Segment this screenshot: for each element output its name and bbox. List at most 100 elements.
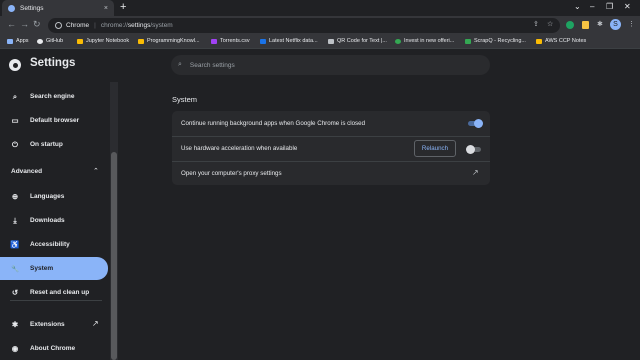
sidebar-item-system[interactable]: 🔧 System (0, 257, 108, 280)
menu-icon[interactable]: ⋮ (628, 20, 635, 28)
page-title: Settings (30, 57, 76, 69)
bookmark-label: Apps (16, 38, 29, 44)
bookmark-torrents[interactable]: Torrents.csv (211, 38, 250, 44)
new-tab-button[interactable]: + (120, 1, 126, 13)
tab-settings[interactable]: Settings × (2, 0, 114, 16)
invest-icon (395, 38, 401, 44)
site-name: Chrome (66, 22, 90, 29)
toggle-knob (466, 144, 475, 154)
settings-tab-icon (8, 4, 15, 12)
settings-sidebar: ⌕ Search engine ▭ Default browser ⏻ On s… (0, 82, 110, 360)
extension-icon[interactable] (582, 21, 589, 29)
bookmark-label: ProgrammingKnowl... (147, 38, 200, 44)
hardware-acceleration-toggle[interactable] (466, 144, 481, 154)
system-settings-card: Continue running background apps when Go… (172, 111, 490, 185)
star-icon[interactable]: ☆ (547, 20, 553, 28)
sidebar-item-label: About Chrome (30, 345, 76, 352)
bookmark-github[interactable]: GitHub (37, 38, 63, 44)
chevron-up-icon[interactable]: ⌃ (93, 167, 99, 175)
relaunch-button[interactable]: Relaunch (414, 140, 456, 157)
minimize-button[interactable]: – (590, 2, 594, 11)
apps-grid-icon (7, 38, 13, 44)
scrapq-icon (465, 38, 471, 44)
sidebar-item-label: Accessibility (30, 241, 70, 248)
url-path: /system (150, 22, 173, 29)
external-link-icon[interactable]: ↗ (472, 168, 479, 177)
maximize-button[interactable]: ❐ (606, 2, 613, 11)
bookmark-invest[interactable]: Invest in new offeri... (395, 38, 454, 44)
background-apps-row[interactable]: Continue running background apps when Go… (172, 111, 490, 135)
tab-search-icon[interactable]: ⌄ (574, 2, 581, 11)
bookmark-label: Torrents.csv (220, 38, 250, 44)
bookmark-label: Invest in new offeri... (404, 38, 455, 44)
address-bar[interactable]: Chrome | chrome:// settings /system (48, 18, 560, 33)
sidebar-item-languages[interactable]: ⊕ Languages (0, 186, 108, 207)
bookmark-scrapq[interactable]: ScrapQ - Recycling... (465, 38, 526, 44)
bookmark-label: ScrapQ - Recycling... (474, 38, 526, 44)
globe-icon: ⊕ (11, 192, 19, 201)
sidebar-item-default-browser[interactable]: ▭ Default browser (0, 110, 108, 131)
sidebar-divider (10, 300, 102, 301)
sidebar-item-label: Extensions (30, 321, 65, 328)
chrome-icon: ◉ (11, 344, 19, 353)
wrench-icon: 🔧 (10, 265, 20, 273)
background-apps-toggle[interactable] (468, 118, 483, 128)
grammarly-icon[interactable] (566, 21, 574, 29)
qr-icon (328, 38, 334, 44)
tab-strip: Settings × + ⌄ – ❐ ✕ (0, 0, 640, 16)
bookmark-label: QR Code for Text |... (337, 38, 387, 44)
tab-title: Settings (20, 4, 44, 12)
row-label: Open your computer's proxy settings (181, 170, 282, 177)
sidebar-item-accessibility[interactable]: ♿ Accessibility (0, 234, 108, 255)
settings-header: Settings ⌕ Search settings (0, 50, 640, 81)
download-icon: ⤓ (13, 215, 17, 225)
sidebar-item-on-startup[interactable]: ⏻ On startup (0, 134, 108, 155)
sidebar-item-label: Languages (30, 193, 65, 200)
sidebar-item-label: On startup (30, 141, 63, 148)
settings-search-input[interactable]: ⌕ Search settings (171, 55, 490, 75)
sidebar-item-label: Downloads (30, 217, 65, 224)
torrents-icon (211, 38, 217, 44)
toggle-knob (474, 118, 483, 128)
bookmark-label: Jupyter Notebook (86, 38, 130, 44)
hardware-acceleration-row[interactable]: Use hardware acceleration when available… (172, 136, 490, 160)
sidebar-item-about-chrome[interactable]: ◉ About Chrome (0, 338, 108, 359)
proxy-settings-row[interactable]: Open your computer's proxy settings ↗ (172, 161, 490, 185)
kaggle-icon (260, 38, 266, 44)
sidebar-item-search-engine[interactable]: ⌕ Search engine (0, 86, 108, 107)
bookmark-qrcode[interactable]: QR Code for Text |... (328, 38, 387, 44)
url-scheme: chrome:// (100, 22, 128, 29)
search-icon: ⌕ (178, 61, 182, 68)
sidebar-item-label: System (30, 265, 54, 272)
bookmark-apps[interactable]: Apps (7, 38, 29, 44)
puzzle-icon: ✱ (11, 320, 19, 329)
bookmark-programmingknowl[interactable]: ProgrammingKnowl... (138, 38, 200, 44)
external-link-icon[interactable]: ↗ (92, 319, 99, 328)
bookmark-aws[interactable]: AWS CCP Notes (536, 38, 586, 44)
row-label: Use hardware acceleration when available (181, 145, 298, 152)
sidebar-item-label: Reset and clean up (30, 289, 90, 296)
power-icon: ⏻ (12, 139, 18, 149)
search-icon: ⌕ (12, 91, 18, 101)
sidebar-item-downloads[interactable]: ⤓ Downloads (0, 210, 108, 231)
forward-button[interactable]: → (20, 19, 29, 29)
share-icon[interactable]: ⇪ (533, 20, 539, 28)
back-button[interactable]: ← (7, 19, 16, 29)
puzzle-icon[interactable]: ✱ (597, 20, 603, 28)
folder-icon (77, 38, 83, 44)
github-icon (37, 38, 43, 44)
advanced-section-label[interactable]: Advanced (11, 168, 42, 175)
close-tab-icon[interactable]: × (104, 5, 108, 12)
bookmark-jupyter[interactable]: Jupyter Notebook (77, 38, 129, 44)
bookmark-label: AWS CCP Notes (545, 38, 587, 44)
row-label: Continue running background apps when Go… (181, 119, 366, 127)
bookmark-netflix[interactable]: Latest Netflix data... (260, 38, 318, 44)
close-window-button[interactable]: ✕ (624, 2, 631, 11)
reload-button[interactable]: ↻ (33, 19, 41, 30)
sidebar-item-label: Default browser (30, 117, 80, 124)
sidebar-scrollbar-thumb[interactable] (111, 152, 117, 360)
bookmark-label: GitHub (46, 38, 64, 44)
search-placeholder: Search settings (189, 61, 235, 69)
avatar[interactable]: S (610, 19, 621, 30)
folder-icon (536, 38, 542, 44)
